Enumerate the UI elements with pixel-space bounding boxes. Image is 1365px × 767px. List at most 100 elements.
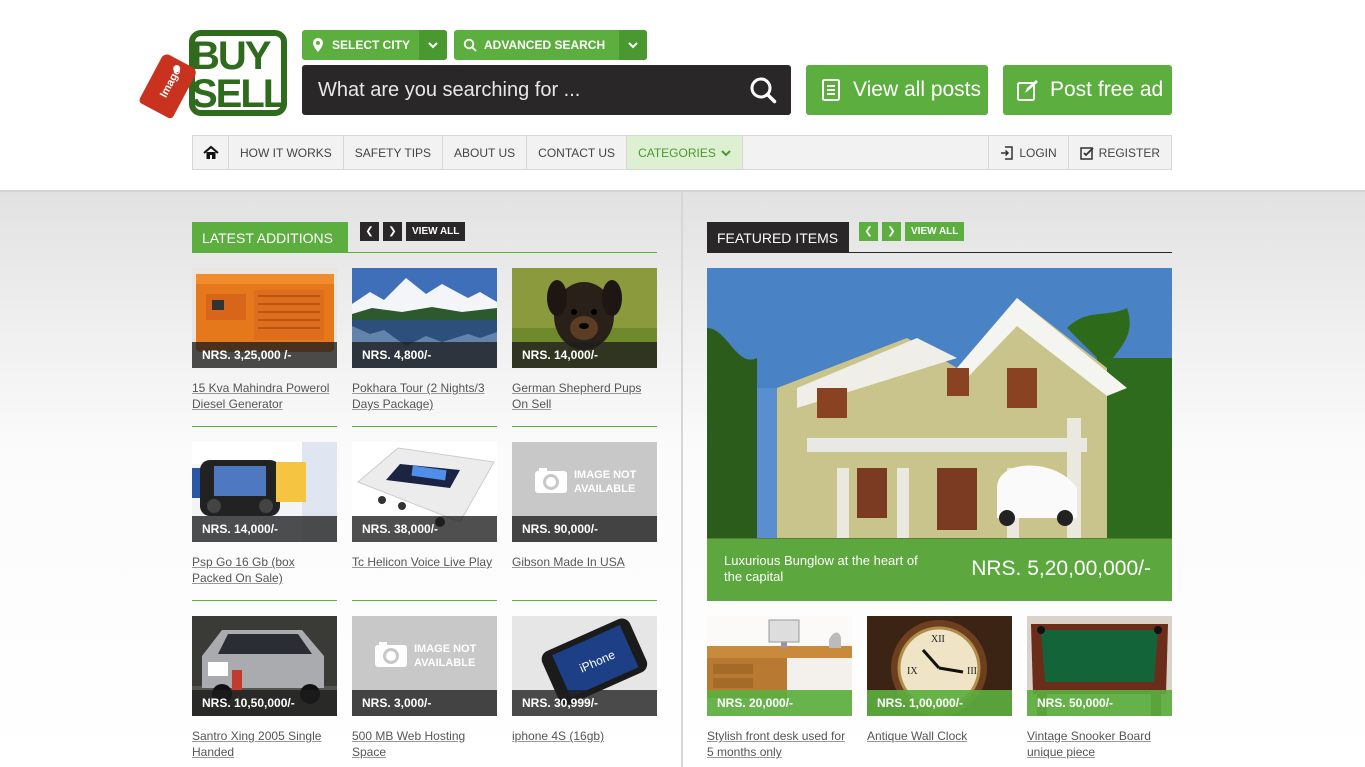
logo-text-sell: SELL (191, 72, 287, 116)
view-all-posts-label: View all posts (853, 78, 982, 101)
listing-thumbnail[interactable]: NRS. 38,000/- (352, 442, 497, 542)
featured-items-title: FEATURED ITEMS (707, 222, 849, 253)
post-free-ad-button[interactable]: Post free ad (1003, 65, 1172, 115)
advanced-search-label: ADVANCED SEARCH (484, 38, 606, 52)
listing-card[interactable]: NRS. 38,000/- Tc Helicon Voice Live Play (352, 442, 497, 570)
nav-login[interactable]: LOGIN (989, 136, 1069, 169)
listing-title-link[interactable]: Psp Go 16 Gb (box Packed On Sale) (192, 554, 337, 586)
listing-card[interactable]: NRS. 3,25,000 /- 15 Kva Mahindra Powerol… (192, 268, 337, 412)
edit-icon (1017, 80, 1038, 101)
listing-thumbnail[interactable]: NRS. 4,800/- (352, 268, 497, 368)
listing-thumbnail[interactable]: NRS. 20,000/- (707, 616, 852, 716)
home-icon (202, 145, 219, 159)
latest-additions-title: LATEST ADDITIONS (192, 222, 348, 253)
search-icon[interactable] (749, 76, 777, 104)
listing-title-link[interactable]: 500 MB Web Hosting Space (352, 728, 497, 760)
next-arrow-icon[interactable]: ❯ (383, 222, 402, 241)
listing-card[interactable]: NRS. 14,000/- German Shepherd Pups On Se… (512, 268, 657, 412)
price-label: NRS. 3,000/- (352, 690, 497, 716)
latest-view-all-button[interactable]: VIEW ALL (406, 222, 466, 241)
chevron-down-icon[interactable] (419, 30, 447, 60)
camera-icon (535, 468, 567, 493)
nav-register[interactable]: REGISTER (1069, 136, 1171, 169)
listing-thumbnail[interactable]: NRS. 10,50,000/- (192, 616, 337, 716)
nav-login-label: LOGIN (1019, 145, 1057, 160)
featured-title[interactable]: Luxurious Bunglow at the heart of the ca… (724, 553, 934, 585)
price-label: NRS. 90,000/- (512, 516, 657, 542)
login-icon (1001, 145, 1014, 160)
latest-additions-header: LATEST ADDITIONS ❮ ❯ VIEW ALL (192, 222, 657, 253)
listing-thumbnail[interactable]: XII IX III NRS. 1,00,000/- (867, 616, 1012, 716)
card-divider (512, 426, 657, 427)
svg-text:XII: XII (931, 634, 945, 645)
price-label: NRS. 50,000/- (1027, 690, 1172, 716)
column-divider (681, 192, 683, 767)
listing-title-link[interactable]: 15 Kva Mahindra Powerol Diesel Generator (192, 380, 337, 412)
card-divider (192, 600, 337, 601)
price-label: NRS. 10,50,000/- (192, 690, 337, 716)
featured-items-header: FEATURED ITEMS ❮ ❯ VIEW ALL (707, 222, 1172, 253)
nav-about-us[interactable]: ABOUT US (443, 136, 528, 169)
select-city-dropdown[interactable]: SELECT CITY (302, 30, 447, 60)
section-rule (192, 252, 657, 253)
featured-caption-bar: Luxurious Bunglow at the heart of the ca… (707, 539, 1172, 601)
nav-categories[interactable]: CATEGORIES (627, 136, 743, 169)
listing-thumbnail[interactable]: IMAGE NOT AVAILABLE NRS. 3,000/- (352, 616, 497, 716)
listing-title-link[interactable]: Antique Wall Clock (867, 728, 1012, 744)
listing-title-link[interactable]: Pokhara Tour (2 Nights/3 Days Package) (352, 380, 497, 412)
listing-title-link[interactable]: iphone 4S (16gb) (512, 728, 657, 744)
price-label: NRS. 4,800/- (352, 342, 497, 368)
price-label: NRS. 14,000/- (192, 516, 337, 542)
prev-arrow-icon[interactable]: ❮ (360, 222, 379, 241)
listing-card[interactable]: IMAGE NOT AVAILABLE NRS. 3,000/- 500 MB W… (352, 616, 497, 760)
price-label: NRS. 14,000/- (512, 342, 657, 368)
list-icon (822, 79, 840, 101)
listing-card[interactable]: iPhone NRS. 30,999/- iphone 4S (16gb) (512, 616, 657, 744)
listing-thumbnail[interactable]: IMAGE NOT AVAILABLE NRS. 90,000/- (512, 442, 657, 542)
listing-title-link[interactable]: Stylish front desk used for 5 months onl… (707, 728, 852, 760)
listing-title-link[interactable]: German Shepherd Pups On Sell (512, 380, 657, 412)
card-divider (352, 426, 497, 427)
nav-contact-us[interactable]: CONTACT US (527, 136, 628, 169)
card-divider (192, 426, 337, 427)
listing-card[interactable]: NRS. 10,50,000/- Santro Xing 2005 Single… (192, 616, 337, 760)
listing-thumbnail[interactable]: NRS. 14,000/- (192, 442, 337, 542)
search-input[interactable] (318, 65, 738, 115)
listing-card[interactable]: NRS. 4,800/- Pokhara Tour (2 Nights/3 Da… (352, 268, 497, 412)
listing-thumbnail[interactable]: iPhone NRS. 30,999/- (512, 616, 657, 716)
price-label: NRS. 20,000/- (707, 690, 852, 716)
featured-card[interactable]: NRS. 20,000/- Stylish front desk used fo… (707, 616, 852, 760)
section-rule (707, 252, 1172, 253)
advanced-search-dropdown[interactable]: ADVANCED SEARCH (454, 30, 647, 60)
featured-main-item[interactable]: Luxurious Bunglow at the heart of the ca… (707, 268, 1172, 601)
chevron-down-icon[interactable] (619, 30, 647, 60)
view-all-posts-button[interactable]: View all posts (806, 65, 988, 115)
featured-view-all-button[interactable]: VIEW ALL (905, 222, 965, 241)
listing-title-link[interactable]: Tc Helicon Voice Live Play (352, 554, 497, 570)
chevron-down-icon (721, 149, 731, 156)
featured-card[interactable]: XII IX III NRS. 1,00,000/- Antique Wall Cl… (867, 616, 1012, 744)
card-divider (512, 600, 657, 601)
nav-home[interactable] (193, 136, 229, 169)
listing-card[interactable]: NRS. 14,000/- Psp Go 16 Gb (box Packed O… (192, 442, 337, 586)
prev-arrow-icon[interactable]: ❮ (859, 222, 878, 241)
listing-thumbnail[interactable]: NRS. 50,000/- (1027, 616, 1172, 716)
search-icon (463, 38, 477, 52)
listing-thumbnail[interactable]: NRS. 3,25,000 /- (192, 268, 337, 368)
nav-how-it-works[interactable]: HOW IT WORKS (229, 136, 344, 169)
nav-register-label: REGISTER (1098, 145, 1160, 160)
listing-thumbnail[interactable]: NRS. 14,000/- (512, 268, 657, 368)
image-not-available-text: IMAGE NOT AVAILABLE (414, 643, 477, 669)
listing-title-link[interactable]: Vintage Snooker Board unique piece (1027, 728, 1172, 760)
featured-card[interactable]: NRS. 50,000/- Vintage Snooker Board uniq… (1027, 616, 1172, 760)
search-bar (302, 65, 791, 115)
nav-safety-tips[interactable]: SAFETY TIPS (344, 136, 444, 169)
listing-card[interactable]: IMAGE NOT AVAILABLE NRS. 90,000/- Gibson … (512, 442, 657, 570)
listing-title-link[interactable]: Santro Xing 2005 Single Handed (192, 728, 337, 760)
map-pin-icon (313, 38, 323, 52)
nav-categories-label: CATEGORIES (638, 145, 716, 160)
next-arrow-icon[interactable]: ❯ (882, 222, 901, 241)
listing-title-link[interactable]: Gibson Made In USA (512, 554, 657, 570)
site-logo[interactable]: BUY SELL Image (138, 28, 289, 120)
svg-text:III: III (967, 666, 977, 677)
